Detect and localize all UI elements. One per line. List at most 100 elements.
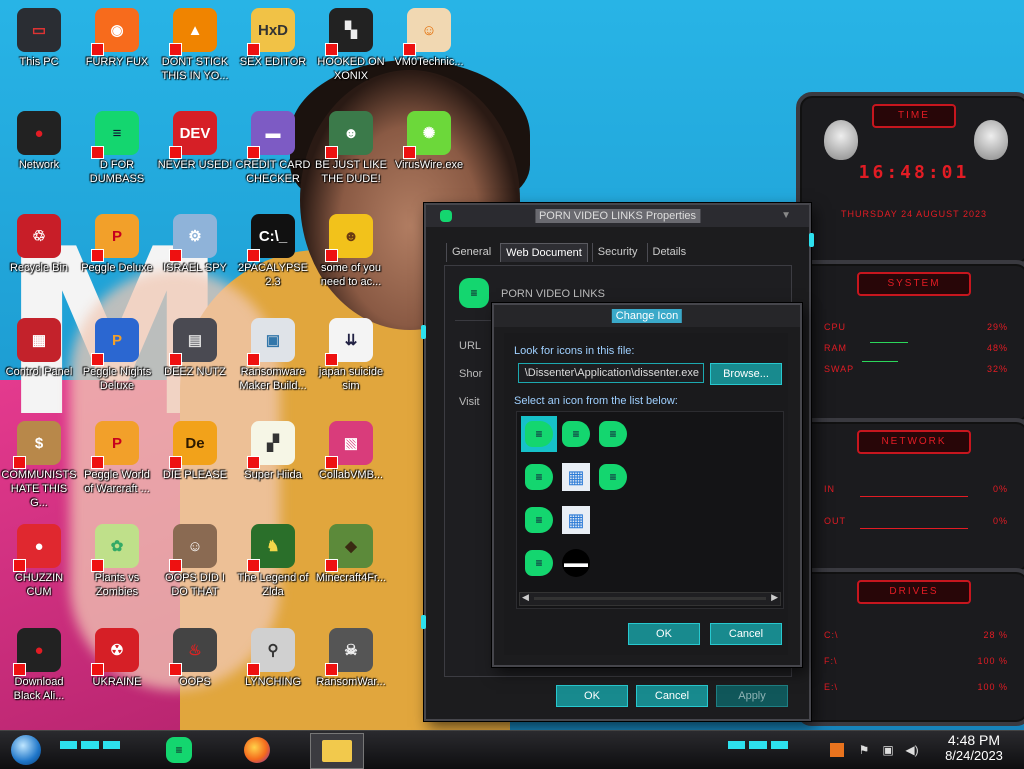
app-grid-icon: ▦	[562, 463, 590, 491]
desktop-icon[interactable]: ▞ Super Hiida	[235, 415, 311, 482]
desktop-icon[interactable]: ● CHUZZIN CUM	[1, 518, 77, 599]
scroll-thumb[interactable]	[534, 597, 766, 600]
desktop-icon[interactable]: ▭ This PC	[1, 2, 77, 69]
network-row-out: OUT 0%	[824, 516, 1008, 526]
desktop-icon[interactable]: ☢ UKRAINE	[79, 622, 155, 689]
desktop-icon[interactable]: ⇊ japan suicide sim	[313, 312, 389, 393]
desktop-icon-label: DEEZ NUTZ	[164, 366, 226, 378]
frame-decoration	[809, 233, 814, 247]
ram-graph-line	[862, 361, 898, 362]
desktop-icon[interactable]: ♨ OOPS	[157, 622, 233, 689]
properties-cancel-button[interactable]: Cancel	[636, 685, 708, 707]
desktop-icon[interactable]: ☺ VM0Technic...	[391, 2, 467, 69]
tab-details[interactable]: Details	[646, 243, 692, 262]
desktop-icon[interactable]: De DIE PLEASE	[157, 415, 233, 482]
desktop-icon[interactable]: ≡ D FOR DUMBASS	[79, 105, 155, 186]
desktop-icon-label: CHUZZIN CUM	[14, 572, 64, 598]
tab-security[interactable]: Security	[591, 243, 643, 262]
shortcut-badge-icon	[13, 456, 26, 469]
change-icon-titlebar[interactable]: Change Icon	[494, 305, 800, 327]
properties-ok-button[interactable]: OK	[556, 685, 628, 707]
tab-general[interactable]: General	[446, 243, 496, 262]
scroll-right-arrow[interactable]: ▶	[771, 592, 778, 603]
desktop-icon-image: ☻	[325, 214, 373, 262]
desktop-icon[interactable]: ◉ FURRY FUX	[79, 2, 155, 69]
taskbar-decoration	[60, 741, 120, 749]
desktop-icon-label: DIE PLEASE	[162, 469, 228, 481]
shortcut-badge-icon	[91, 353, 104, 366]
shortcut-badge-icon	[247, 353, 260, 366]
icon-file-path-input[interactable]: \Dissenter\Application\dissenter.exe	[518, 363, 704, 383]
desktop-icon[interactable]: ⚙ ISRAEL SPY	[157, 208, 233, 275]
shortcut-badge-icon	[247, 146, 260, 159]
tray-flag[interactable]: ⚑	[854, 733, 874, 767]
dissenter-icon: ≡	[599, 421, 627, 447]
icon-list[interactable]: ≡ ≡ ≡ ≡ ▦ ≡ ≡ ▦ ≡ ▬▬ ◀ ▶	[516, 411, 784, 609]
taskbar-firefox[interactable]	[240, 733, 274, 767]
scroll-left-arrow[interactable]: ◀	[522, 592, 529, 603]
icon-choice[interactable]: ≡	[521, 502, 557, 538]
icon-choice[interactable]: ▦	[558, 459, 594, 495]
properties-titlebar[interactable]: PORN VIDEO LINKS Properties ▼	[426, 205, 809, 227]
tab-web-document[interactable]: Web Document	[500, 243, 588, 262]
desktop-icon[interactable]: P Peggle World of Warcraft ...	[79, 415, 155, 496]
desktop-icon[interactable]: ☻ BE JUST LIKE THE DUDE!	[313, 105, 389, 186]
icon-choice[interactable]: ▬▬	[558, 545, 594, 581]
properties-apply-button[interactable]: Apply	[716, 685, 788, 707]
drive-row-e: E:\ 100 %	[824, 682, 1008, 692]
change-icon-ok-button[interactable]: OK	[628, 623, 700, 645]
icon-choice[interactable]: ≡	[595, 459, 631, 495]
desktop-icon[interactable]: ● Network	[1, 105, 77, 172]
tray-volume[interactable]: ◀)	[902, 733, 922, 767]
desktop-icon[interactable]: ● Download Black Ali...	[1, 622, 77, 703]
desktop-icon-image: ✺	[403, 111, 451, 159]
tray-network[interactable]: ▣	[878, 733, 898, 767]
desktop-icon-image: ♲	[17, 214, 61, 258]
desktop-icon[interactable]: ☻ some of you need to ac...	[313, 208, 389, 289]
icon-choice[interactable]: ≡	[521, 545, 557, 581]
desktop-icon[interactable]: ☺ OOPS DID I DO THAT	[157, 518, 233, 599]
desktop-icon[interactable]: DEV NEVER USED!	[157, 105, 233, 172]
firefox-icon	[244, 737, 270, 763]
tray-app[interactable]	[826, 733, 848, 767]
desktop-icon[interactable]: P Peggle Deluxe	[79, 208, 155, 275]
desktop-icon[interactable]: ✺ VirusWire.exe	[391, 105, 467, 172]
desktop-icon-image: DEV	[169, 111, 217, 159]
desktop-icon[interactable]: C:\_ 2PACALYPSE 2.3	[235, 208, 311, 289]
desktop-icon[interactable]: P Peggle Nights Deluxe	[79, 312, 155, 393]
icon-choice[interactable]: ≡	[521, 459, 557, 495]
icon-choice[interactable]: ≡	[521, 416, 557, 452]
start-button[interactable]	[6, 733, 46, 767]
desktop-icon[interactable]: ◆ Minecraft4Fr...	[313, 518, 389, 585]
desktop-icon[interactable]: ▧ CollabVMB...	[313, 415, 389, 482]
icon-list-scrollbar[interactable]: ◀ ▶	[519, 592, 781, 606]
desktop-icon[interactable]: ☠ RansomWar...	[313, 622, 389, 689]
desktop-icon[interactable]: ♲ Recycle Bin	[1, 208, 77, 275]
desktop-icon-image: ▧	[325, 421, 373, 469]
desktop-icon[interactable]: ▲ DONT STICK THIS IN YO...	[157, 2, 233, 83]
desktop-icon[interactable]: ♞ The Legend of Zlda	[235, 518, 311, 599]
clock-date: 8/24/2023	[945, 748, 1003, 763]
taskbar-file-explorer[interactable]	[310, 733, 364, 769]
desktop-icon[interactable]: ▦ Control Panel	[1, 312, 77, 379]
desktop-icon[interactable]: ✿ Plants vs Zombies	[79, 518, 155, 599]
icon-choice[interactable]: ≡	[595, 416, 631, 452]
icon-choice[interactable]: ▦	[558, 502, 594, 538]
desktop-icon[interactable]: $ COMMUNISTS HATE THIS G...	[1, 415, 77, 510]
item-name: PORN VIDEO LINKS	[501, 288, 605, 300]
desktop-icon[interactable]: HxD SEX EDITOR	[235, 2, 311, 69]
shortcut-badge-icon	[403, 146, 416, 159]
browse-button[interactable]: Browse...	[710, 363, 782, 385]
desktop-icon[interactable]: ⚲ LYNCHING	[235, 622, 311, 689]
icon-choice[interactable]: ≡	[558, 416, 594, 452]
network-gadget: NETWORK IN 0% OUT 0%	[796, 418, 1024, 576]
desktop-icon[interactable]: ▚ HOOKED ON XONIX	[313, 2, 389, 83]
desktop-icon-image: ▣	[247, 318, 295, 366]
desktop-icon[interactable]: ▬ CREDIT CARD CHECKER	[235, 105, 311, 186]
desktop-icon[interactable]: ▤ DEEZ NUTZ	[157, 312, 233, 379]
taskbar-clock[interactable]: 4:48 PM 8/24/2023	[928, 732, 1020, 763]
network-out-line	[860, 528, 968, 529]
desktop-icon[interactable]: ▣ Ransomware Maker Build...	[235, 312, 311, 393]
change-icon-cancel-button[interactable]: Cancel	[710, 623, 782, 645]
taskbar-dissenter[interactable]: ≡	[162, 733, 196, 767]
